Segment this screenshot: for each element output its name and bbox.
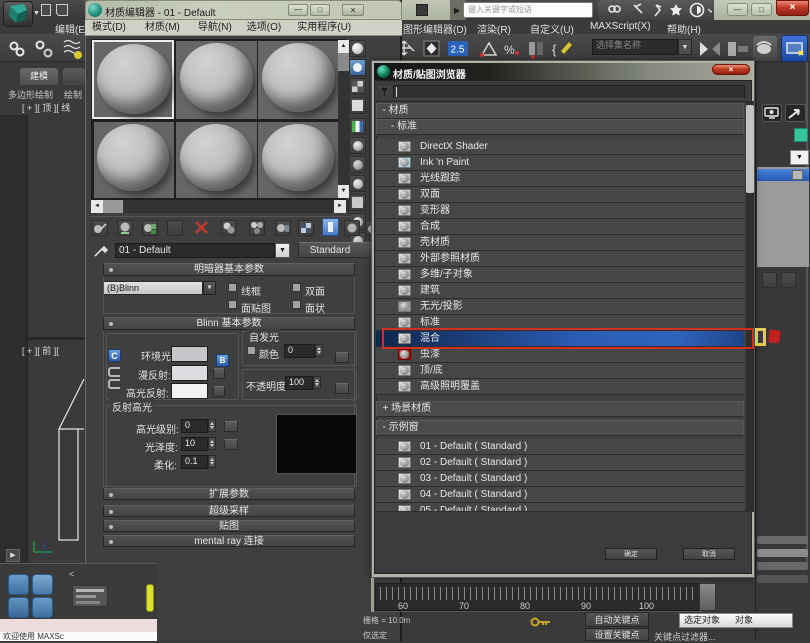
svg-text:2.5: 2.5 <box>451 45 465 56</box>
svg-text:%: % <box>504 43 515 57</box>
svg-text:{: { <box>552 42 557 57</box>
